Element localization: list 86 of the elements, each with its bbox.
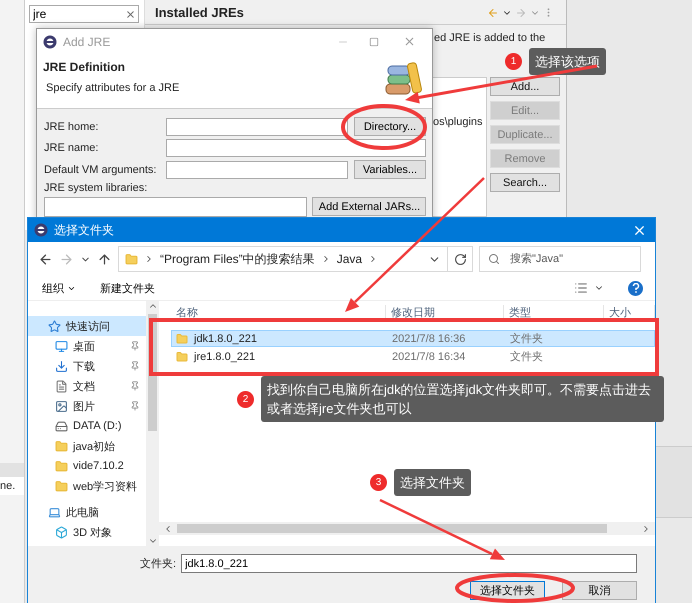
sidebar-item[interactable]: 桌面 (28, 336, 146, 356)
field-label: JRE system libraries: (44, 182, 148, 194)
dialog-button[interactable]: 选择文件夹 (470, 581, 545, 600)
jre-button[interactable]: Add... (490, 77, 560, 96)
text-field[interactable] (166, 160, 348, 178)
browse-button[interactable]: Directory... (354, 117, 426, 136)
cube-icon (55, 526, 68, 538)
field-label: JRE name: (44, 142, 100, 154)
download-icon (55, 360, 68, 372)
computer-icon (48, 506, 61, 518)
sidebar-item[interactable]: DATA (D:) (28, 416, 146, 436)
column-header[interactable]: 类型 (504, 305, 604, 320)
search-icon (488, 253, 500, 265)
app-icon (34, 223, 48, 237)
sidebar-item[interactable]: 文档 (28, 376, 146, 396)
file-name: jdk1.8.0_221 (194, 332, 257, 344)
toolbar-button[interactable]: 组织 (42, 280, 76, 296)
pin-icon (130, 381, 140, 391)
field-label: Default VM arguments: (44, 164, 158, 176)
table-cell: os\plugins (433, 116, 483, 128)
sidebar-item[interactable]: 图片 (28, 396, 146, 416)
table-cell-text: 2021/7/8 16:34 (391, 350, 466, 362)
sidebar-item[interactable]: 此电脑 (28, 502, 146, 522)
status-text: ne. (0, 463, 24, 495)
help-icon[interactable] (628, 280, 643, 296)
star-icon (48, 320, 61, 332)
add-jars-button[interactable]: Add External JARs... (312, 197, 426, 216)
dialog-heading: JRE Definition (43, 60, 126, 74)
desktop-icon (55, 340, 68, 352)
view-options-icon[interactable] (574, 281, 588, 295)
text-field[interactable] (166, 139, 426, 157)
refresh-button[interactable] (447, 246, 473, 272)
clear-icon[interactable] (125, 9, 136, 20)
document-icon (55, 380, 68, 392)
folder-icon (55, 480, 68, 492)
folder-icon (176, 332, 188, 344)
column-header[interactable]: 修改日期 (386, 305, 504, 320)
folder-icon (176, 350, 188, 362)
toolbar-button[interactable]: 新建文件夹 (100, 280, 155, 296)
sidebar-item[interactable]: 下载 (28, 356, 146, 376)
scrollbar[interactable] (146, 301, 159, 546)
library-list[interactable] (44, 197, 307, 217)
field-label: 文件夹: (140, 556, 176, 571)
browse-button[interactable]: Variables... (354, 160, 426, 179)
file-name: jre1.8.0_221 (194, 350, 256, 362)
callout-text: 找到你自己电脑所在jdk的位置选择jdk文件夹即可。不需要点击进去或者选择jre文件夹也可以 (261, 376, 664, 422)
maximize-icon[interactable] (369, 36, 379, 46)
search-field[interactable]: 搜索"Java" (479, 246, 641, 272)
folder-icon (125, 252, 138, 266)
file-row[interactable]: jdk1.8.0_221 2021/7/8 16:36 文件夹 (171, 330, 655, 347)
sidebar-item[interactable]: web学习资料 (28, 476, 146, 496)
window-title: Add JRE (63, 34, 112, 48)
picture-icon (55, 400, 68, 412)
pin-icon (130, 341, 140, 351)
app-icon (43, 34, 57, 48)
folder-icon (55, 460, 68, 472)
address-bar[interactable]: “Program Files”中的搜索结果 Java (118, 246, 448, 272)
description-text: ed JRE is added to the (434, 32, 546, 44)
column-header[interactable]: 大小 (604, 305, 655, 320)
callout-text: 选择文件夹 (394, 469, 471, 496)
file-row[interactable]: jre1.8.0_221 2021/7/8 16:34 文件夹 (171, 348, 655, 365)
drive-icon (55, 420, 68, 432)
table-cell-text: 文件夹 (509, 332, 544, 346)
breadcrumb-item[interactable]: “Program Files”中的搜索结果 (160, 250, 315, 268)
page-title: Installed JREs (155, 5, 244, 20)
window-title: 选择文件夹 (54, 222, 115, 238)
folder-name-field[interactable]: jdk1.8.0_221 (181, 554, 637, 573)
scrollbar[interactable] (159, 522, 655, 535)
filter-field[interactable]: jre (29, 5, 139, 23)
refresh-icon (454, 252, 466, 266)
table-cell-text: 文件夹 (509, 350, 544, 364)
sidebar-item[interactable]: vide7.10.2 (28, 456, 146, 476)
folder-icon (55, 440, 68, 452)
pin-icon (130, 401, 140, 411)
table-cell-text: 2021/7/8 16:36 (391, 332, 466, 344)
breadcrumb-item[interactable]: Java (336, 252, 362, 266)
pin-icon (130, 361, 140, 371)
sidebar-item[interactable]: 3D 对象 (28, 522, 146, 542)
dialog-subtitle: Specify attributes for a JRE (45, 82, 180, 94)
close-icon[interactable] (403, 35, 416, 48)
dialog-button[interactable]: 取消 (562, 581, 637, 600)
field-label: JRE home: (44, 120, 100, 132)
text-field[interactable] (166, 118, 348, 136)
sidebar-item[interactable]: java初始 (28, 436, 146, 456)
jre-button[interactable]: Search... (490, 173, 560, 192)
sidebar-item[interactable]: 快速访问 (28, 316, 146, 336)
